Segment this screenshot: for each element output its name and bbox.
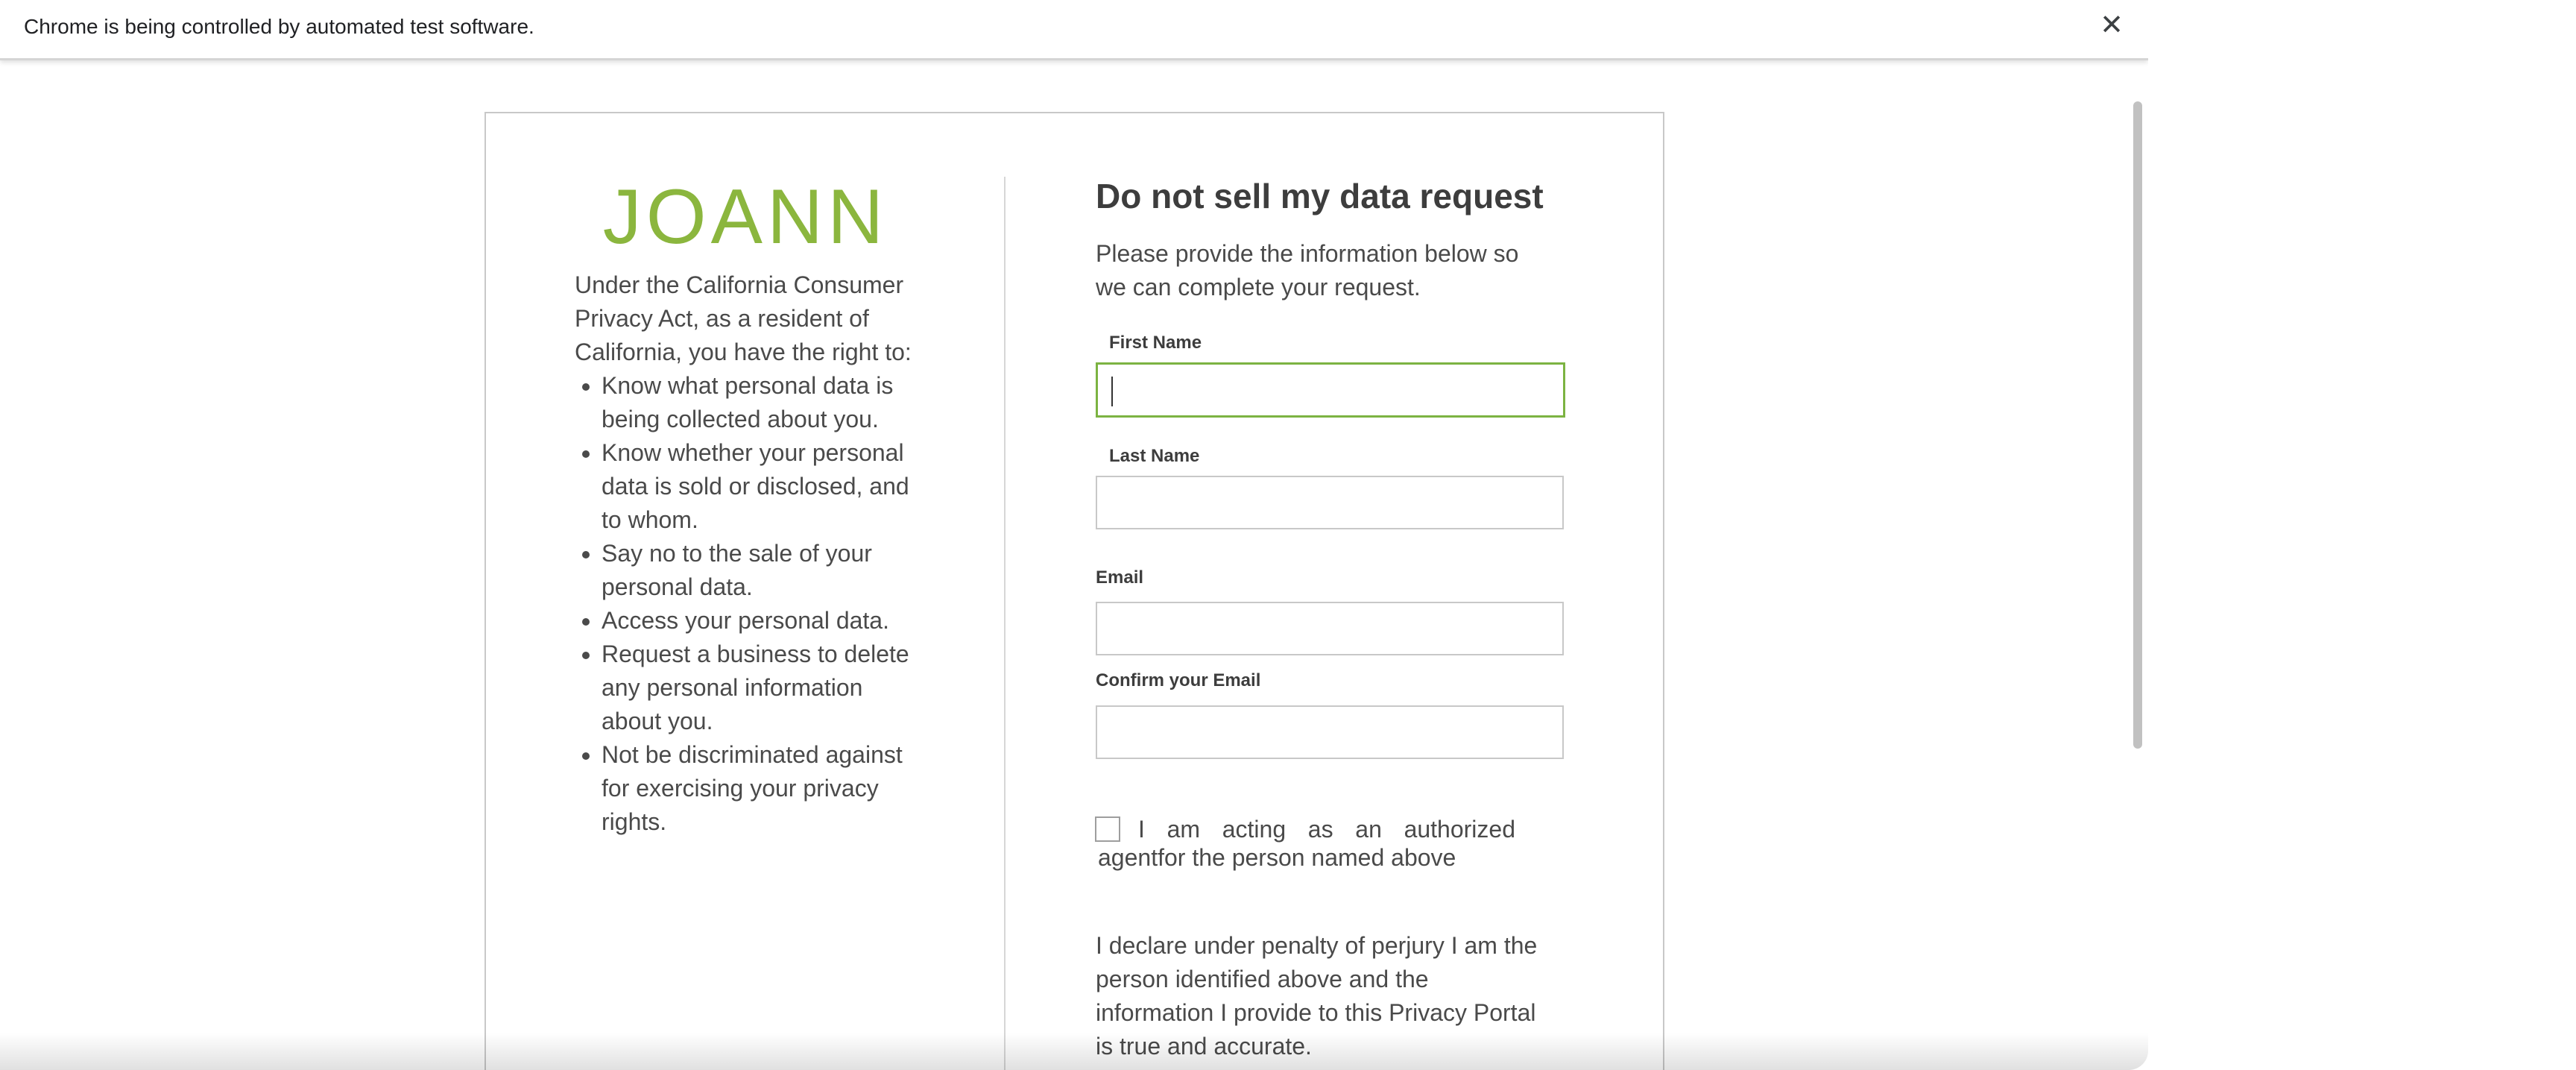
- automation-message: Chrome is being controlled by automated …: [24, 15, 534, 38]
- automation-infobar: Chrome is being controlled by automated …: [0, 0, 2148, 60]
- form-intro: Please provide the information below so …: [1096, 240, 1519, 300]
- rights-list-item: Know whether your personal data is sold …: [602, 436, 918, 537]
- rights-list-item: Request a business to delete any persona…: [602, 638, 918, 738]
- form-title: Do not sell my data request: [1096, 177, 1544, 215]
- window-bottom-shadow: [0, 1033, 2148, 1070]
- rights-list: Know what personal data is being collect…: [575, 369, 918, 839]
- rights-list-item: Know what personal data is being collect…: [602, 369, 918, 436]
- logo-wordmark: JOANN: [603, 177, 888, 252]
- authorized-agent-label[interactable]: I am acting as an authorized agentfor th…: [1098, 815, 1515, 872]
- last-name-label: Last Name: [1109, 446, 1200, 466]
- email-field[interactable]: [1096, 602, 1564, 655]
- rights-list-item: Access your personal data.: [602, 604, 918, 638]
- joann-logo: JOANN: [603, 177, 888, 252]
- confirm-email-label: Confirm your Email: [1096, 670, 1261, 690]
- browser-window: Chrome is being controlled by automated …: [0, 0, 2148, 1070]
- first-name-label: First Name: [1109, 333, 1202, 353]
- confirm-email-field[interactable]: [1096, 705, 1564, 759]
- rights-panel: Under the California Consumer Privacy Ac…: [575, 268, 918, 839]
- last-name-field[interactable]: [1096, 476, 1564, 529]
- close-icon[interactable]: ✕: [2098, 10, 2125, 40]
- vertical-scrollbar[interactable]: [2133, 101, 2142, 749]
- email-label: Email: [1096, 567, 1144, 588]
- rights-list-item: Say no to the sale of your personal data…: [602, 537, 918, 604]
- text-caret: [1111, 377, 1113, 406]
- column-divider: [1004, 177, 1006, 1070]
- first-name-field[interactable]: [1096, 362, 1565, 418]
- rights-intro: Under the California Consumer Privacy Ac…: [575, 271, 912, 365]
- rights-list-item: Not be discriminated against for exercis…: [602, 738, 918, 839]
